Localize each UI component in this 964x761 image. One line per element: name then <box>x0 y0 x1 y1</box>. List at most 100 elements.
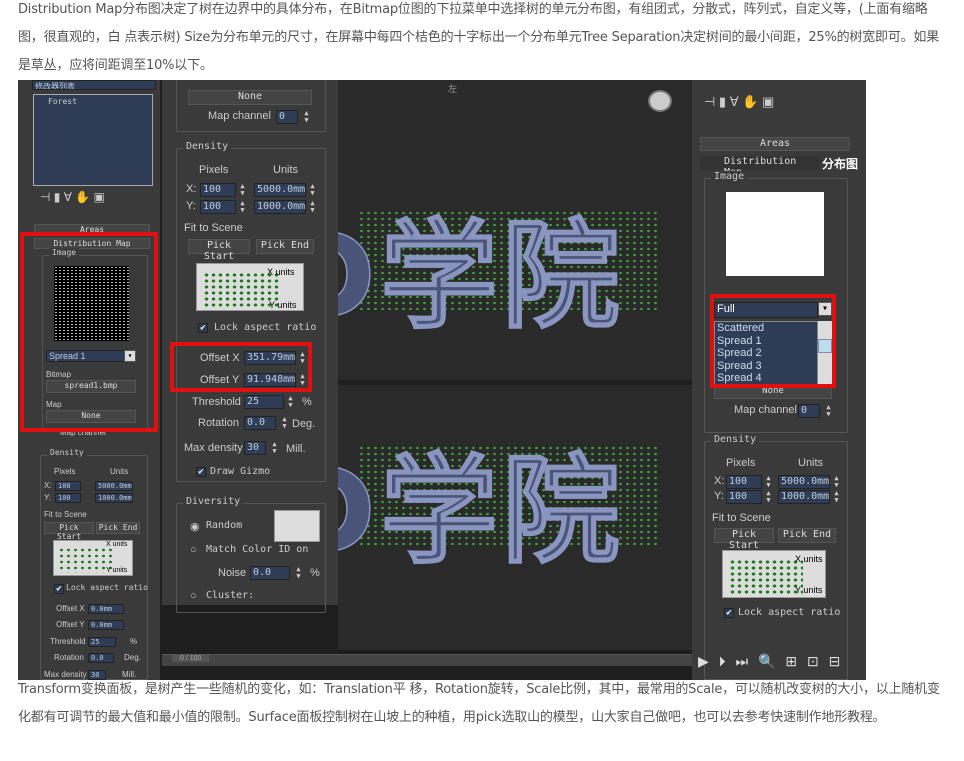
units-x-field[interactable]: 5000.0mm <box>95 481 133 491</box>
map-channel-label: Map channel <box>208 110 271 122</box>
lock-aspect-checkbox[interactable]: ✔ <box>54 584 64 594</box>
fit-to-scene-label: Fit to Scene <box>44 510 87 519</box>
x-label: X: <box>186 183 197 195</box>
noise-label: Noise <box>218 567 247 579</box>
stack-tool-icons[interactable]: ⊣ ▮ ∀ ✋ ▣ <box>704 94 774 110</box>
percent-label: % <box>310 567 320 579</box>
rotation-field[interactable]: 0.0 <box>88 653 114 663</box>
viewport-nav-icons[interactable]: ▶ ⏵ ⏭ 🔍 ⊞ ⊡ ⊟ <box>698 653 843 670</box>
map-group <box>176 80 326 132</box>
lock-aspect-label: Lock aspect ratio <box>66 583 148 592</box>
pixels-x-field[interactable]: 100 <box>55 481 81 491</box>
pixels-label: Pixels <box>199 164 229 176</box>
viewcube-icon[interactable] <box>648 90 672 112</box>
pick-start-button[interactable]: Pick Start <box>44 522 94 541</box>
units-y-field[interactable]: 1000.0mm <box>254 200 306 214</box>
units-x-field[interactable]: 5000.0mm <box>778 475 830 489</box>
rollout-areas[interactable]: Areas <box>700 137 850 151</box>
pick-end-button[interactable]: Pick End <box>256 239 314 254</box>
forest-scene-object: D学院 <box>338 206 624 346</box>
pixels-y-field[interactable]: 100 <box>726 490 762 504</box>
random-label: Random <box>206 520 243 531</box>
spinner-icon[interactable]: ▲ ▼ <box>238 183 247 197</box>
y-label: Y: <box>714 490 724 502</box>
offset-y-label: Offset Y <box>56 620 85 629</box>
lock-aspect-checkbox[interactable]: ✔ <box>198 323 208 333</box>
deg-label: Deg. <box>292 418 316 430</box>
viewport-bottom[interactable]: D学院 <box>338 385 692 650</box>
spinner-icon[interactable]: ▲ ▼ <box>294 566 303 580</box>
match-color-label: Match Color ID on <box>206 544 309 555</box>
density-diagram: X units Y units <box>53 540 133 576</box>
density-group: Density <box>176 141 326 482</box>
lock-aspect-checkbox[interactable]: ✔ <box>724 608 734 618</box>
offset-x-field[interactable]: 0.0mm <box>88 604 124 614</box>
pixels-y-field[interactable]: 100 <box>200 200 236 214</box>
draw-gizmo-label: Draw Gizmo <box>210 466 271 477</box>
threshold-label: Threshold <box>192 396 241 408</box>
offset-y-field[interactable]: 0.0mm <box>88 620 124 630</box>
pixels-x-field[interactable]: 100 <box>200 183 236 197</box>
spinner-icon[interactable]: ▲ ▼ <box>280 416 289 430</box>
units-x-field[interactable]: 5000.0mm <box>254 183 306 197</box>
density-diagram: X units Y units <box>722 550 826 598</box>
spinner-icon[interactable]: ▲ ▼ <box>238 200 247 214</box>
rotation-field[interactable]: 0.0 <box>244 416 276 430</box>
stack-item-forest[interactable]: Forest <box>48 97 77 106</box>
cluster-radio[interactable]: ○ <box>190 590 197 602</box>
fit-to-scene-label: Fit to Scene <box>184 222 243 234</box>
map-channel-field[interactable]: 0 <box>798 404 820 418</box>
max-density-label: Max density <box>184 442 243 454</box>
pick-end-button[interactable]: Pick End <box>96 522 140 534</box>
viewport-top[interactable]: 左 D学院 <box>338 80 692 380</box>
spinner-icon[interactable]: ▲ ▼ <box>302 110 311 124</box>
units-label: Units <box>110 467 129 476</box>
spinner-icon[interactable]: ▲ ▼ <box>308 200 317 214</box>
pixels-x-field[interactable]: 100 <box>726 475 762 489</box>
modifier-list-dropdown[interactable]: 修改器列表 <box>32 80 156 90</box>
spinner-icon[interactable]: ▲ ▼ <box>308 183 317 197</box>
threshold-field[interactable]: 25 <box>88 637 116 647</box>
rotation-label: Rotation <box>54 653 84 662</box>
outro-paragraph: Transform变换面板，是树产生一些随机的变化，如：Translation平… <box>18 682 940 725</box>
distribution-thumbnail <box>726 192 824 276</box>
units-y-field[interactable]: 1000.0mm <box>778 490 830 504</box>
timeline-slider[interactable]: 0 / 100 <box>162 654 692 666</box>
density-diagram: X units Y units <box>196 263 304 311</box>
random-radio[interactable]: ◉ <box>190 520 200 533</box>
units-label: Units <box>798 457 824 469</box>
map-button[interactable]: None <box>188 90 312 105</box>
draw-gizmo-checkbox[interactable]: ✔ <box>196 467 206 477</box>
noise-field[interactable]: 0.0 <box>250 566 290 580</box>
viewport-label: 左 <box>448 84 458 94</box>
highlight-offset <box>170 342 312 392</box>
lock-aspect-label: Lock aspect ratio <box>214 322 317 333</box>
match-color-radio[interactable]: ○ <box>190 544 197 556</box>
spinner-icon[interactable]: ▲ ▼ <box>764 490 773 504</box>
spinner-icon[interactable]: ▲ ▼ <box>824 404 833 418</box>
pick-end-button[interactable]: Pick End <box>778 528 836 543</box>
pick-start-button[interactable]: Pick Start <box>714 528 774 551</box>
rollout-distribution-map[interactable]: Distribution Map <box>700 156 820 178</box>
spinner-icon[interactable]: ▲ ▼ <box>832 490 841 504</box>
intro-paragraph: Distribution Map分布图决定了树在边界中的具体分布，在Bitmap… <box>18 2 940 73</box>
stack-tool-icons[interactable]: ⊣ ▮ ∀ ✋ ▣ <box>40 190 105 204</box>
spinner-icon[interactable]: ▲ ▼ <box>832 475 841 489</box>
pick-start-button[interactable]: Pick Start <box>188 239 250 262</box>
map-channel-field[interactable]: 0 <box>276 110 298 124</box>
modifier-stack[interactable]: Forest <box>33 94 153 186</box>
threshold-field[interactable]: 25 <box>244 395 284 409</box>
spinner-icon[interactable]: ▲ ▼ <box>764 475 773 489</box>
spinner-icon[interactable]: ▲ ▼ <box>270 441 279 455</box>
x-label: X: <box>44 481 52 490</box>
deg-label: Deg. <box>124 653 141 662</box>
mill-label: Mill. <box>286 443 306 455</box>
max-density-field[interactable]: 30 <box>244 441 266 455</box>
forest-scene-object: D学院 <box>338 441 624 581</box>
percent-label: % <box>130 637 138 646</box>
units-y-field[interactable]: 1000.0mm <box>95 493 133 503</box>
annotation-label: 分布图 <box>822 157 859 171</box>
pixels-y-field[interactable]: 100 <box>55 493 81 503</box>
spinner-icon[interactable]: ▲ ▼ <box>286 395 295 409</box>
offset-x-label: Offset X <box>56 604 85 613</box>
